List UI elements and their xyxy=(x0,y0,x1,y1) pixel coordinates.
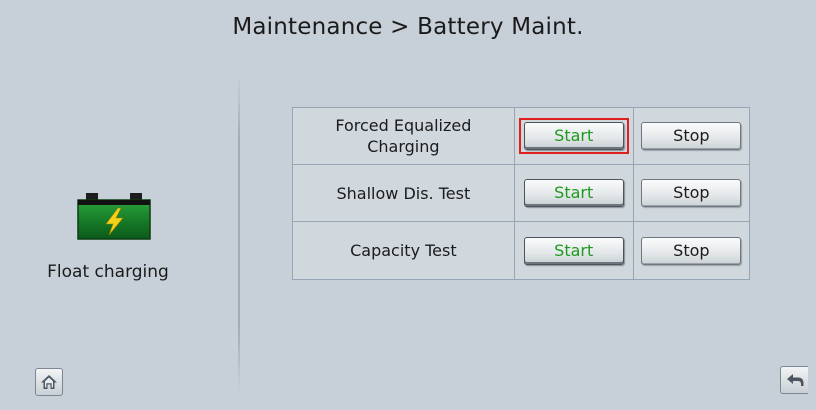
back-arrow-icon xyxy=(787,374,804,386)
maintenance-item-forced-equalized-charging: Forced Equalized Charging xyxy=(292,107,515,165)
panel-divider xyxy=(238,74,240,392)
table-row: Capacity Test Start Stop xyxy=(292,221,751,280)
capacity-test-stop-button[interactable]: Stop xyxy=(641,236,742,265)
shallow-dis-test-stop-button[interactable]: Stop xyxy=(641,179,742,207)
battery-charging-icon xyxy=(77,193,151,240)
highlight-box: Start xyxy=(518,118,629,154)
home-icon xyxy=(41,375,57,389)
home-button[interactable] xyxy=(35,368,63,396)
table-row: Forced Equalized Charging Start Stop xyxy=(292,107,751,165)
table-row: Shallow Dis. Test Start Stop xyxy=(292,164,751,222)
shallow-dis-test-start-button[interactable]: Start xyxy=(523,179,624,207)
back-button[interactable] xyxy=(780,366,808,394)
maintenance-item-capacity-test: Capacity Test xyxy=(292,221,515,280)
battery-status-label: Float charging xyxy=(47,262,169,282)
forced-equalized-charging-stop-button[interactable]: Stop xyxy=(641,122,742,150)
maintenance-item-shallow-dis-test: Shallow Dis. Test xyxy=(292,164,515,222)
forced-equalized-charging-start-button[interactable]: Start xyxy=(523,122,624,150)
battery-maintenance-table: Forced Equalized Charging Start Stop Sha… xyxy=(292,107,751,280)
capacity-test-start-button[interactable]: Start xyxy=(523,236,624,265)
page-title: Maintenance > Battery Maint. xyxy=(232,14,584,40)
